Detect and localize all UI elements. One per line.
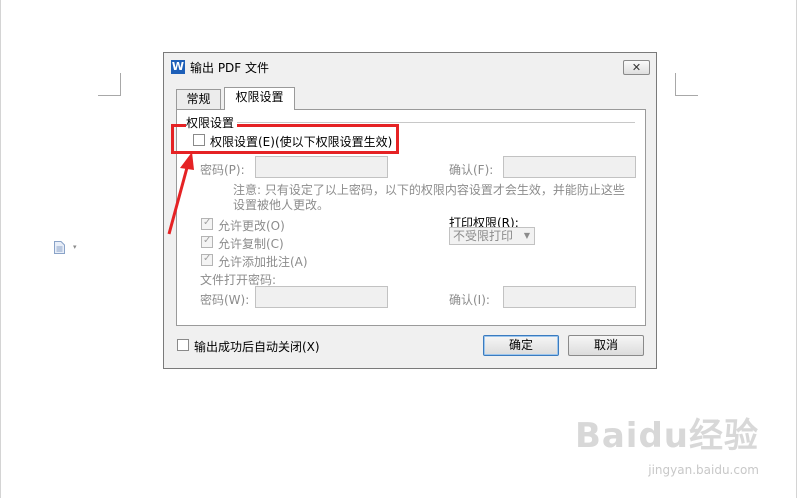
- open-password-input[interactable]: [255, 286, 388, 308]
- permissions-note: 注意: 只有设定了以上密码，以下的权限内容设置才会生效，并能防止这些设置被他人更…: [233, 183, 625, 212]
- auto-close-checkbox[interactable]: [177, 339, 189, 351]
- open-confirm-input[interactable]: [503, 286, 636, 308]
- group-divider: [186, 122, 635, 123]
- check-icon: ✓: [203, 253, 212, 264]
- export-pdf-dialog: W 输出 PDF 文件 ✕ 常规 权限设置 权限设置 权限设置(E)(使以下权限…: [163, 52, 657, 369]
- watermark-logo: Baidu经验: [574, 416, 759, 456]
- document-icon[interactable]: [54, 241, 65, 254]
- dropdown-arrow-icon: ▼: [523, 231, 530, 240]
- dialog-title: 输出 PDF 文件: [190, 61, 270, 75]
- watermark-url: jingyan.baidu.com: [648, 463, 759, 477]
- allow-copy-label[interactable]: 允许复制(C): [218, 235, 284, 252]
- confirm-password-input[interactable]: [503, 156, 636, 178]
- allow-copy-checkbox[interactable]: ✓: [201, 235, 213, 248]
- chevron-down-icon[interactable]: ▾: [73, 243, 77, 251]
- print-permission-select[interactable]: 不受限打印 ▼: [449, 227, 535, 245]
- allow-change-checkbox[interactable]: ✓: [201, 217, 213, 230]
- password-label: 密码(P):: [200, 163, 245, 177]
- margin-corner-top-left: [98, 73, 121, 96]
- open-password-label: 密码(W):: [200, 293, 250, 307]
- check-icon: ✓: [203, 217, 212, 228]
- close-button[interactable]: ✕: [623, 60, 650, 75]
- group-title: 权限设置: [186, 114, 238, 131]
- check-icon: ✓: [203, 235, 212, 246]
- cancel-button[interactable]: 取消: [568, 335, 644, 356]
- margin-corner-top-right: [675, 73, 698, 96]
- wps-writer-icon: W: [171, 60, 185, 74]
- annotation-arrow-icon: [167, 152, 194, 235]
- print-permission-value: 不受限打印: [453, 229, 514, 243]
- allow-comment-label[interactable]: 允许添加批注(A): [218, 253, 308, 270]
- page-left-edge: [0, 0, 1, 498]
- tab-permissions[interactable]: 权限设置: [224, 87, 295, 110]
- close-icon: ✕: [631, 61, 642, 74]
- dialog-titlebar[interactable]: W 输出 PDF 文件 ✕: [164, 53, 656, 79]
- password-input[interactable]: [255, 156, 388, 178]
- allow-comment-checkbox[interactable]: ✓: [201, 253, 213, 266]
- confirm-password-label: 确认(F):: [449, 163, 494, 177]
- ok-button[interactable]: 确定: [483, 335, 559, 356]
- allow-change-label[interactable]: 允许更改(O): [218, 217, 285, 234]
- auto-close-label[interactable]: 输出成功后自动关闭(X): [194, 338, 320, 355]
- tab-general[interactable]: 常规: [176, 89, 221, 109]
- open-confirm-label: 确认(I):: [449, 293, 490, 307]
